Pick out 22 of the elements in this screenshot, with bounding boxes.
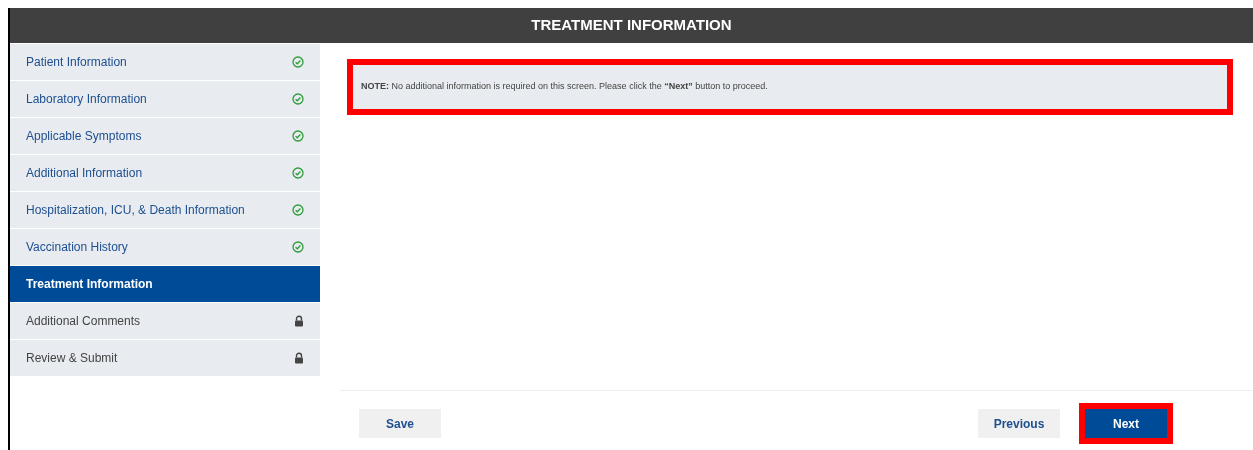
next-button[interactable]: Next [1085, 409, 1167, 438]
sidebar-item[interactable]: Patient Information [10, 44, 320, 80]
nav-button[interactable]: Previous [978, 409, 1060, 438]
sidebar-item[interactable]: Treatment Information [10, 266, 320, 302]
nav-button[interactable]: Save [359, 409, 441, 438]
check-circle-icon [292, 56, 304, 68]
sidebar-item[interactable]: Additional Information [10, 155, 320, 191]
sidebar-item[interactable]: Laboratory Information [10, 81, 320, 117]
sidebar-item[interactable]: Hospitalization, ICU, & Death Information [10, 192, 320, 228]
note-text: NOTE: No additional information is required on this screen. Please click the “Next” button to proceed. [361, 80, 768, 94]
lock-icon [294, 315, 304, 327]
check-circle-icon [292, 241, 304, 253]
sidebar-item[interactable]: Vaccination History [10, 229, 320, 265]
check-circle-icon [292, 167, 304, 179]
sidebar-item[interactable]: Additional Comments [10, 303, 320, 339]
check-circle-icon [292, 204, 304, 216]
page-header: TREATMENT INFORMATION [10, 8, 1253, 43]
check-circle-icon [292, 130, 304, 142]
sidebar-item[interactable]: Applicable Symptoms [10, 118, 320, 154]
lock-icon [294, 352, 304, 364]
check-circle-icon [292, 93, 304, 105]
sidebar-item[interactable]: Review & Submit [10, 340, 320, 376]
